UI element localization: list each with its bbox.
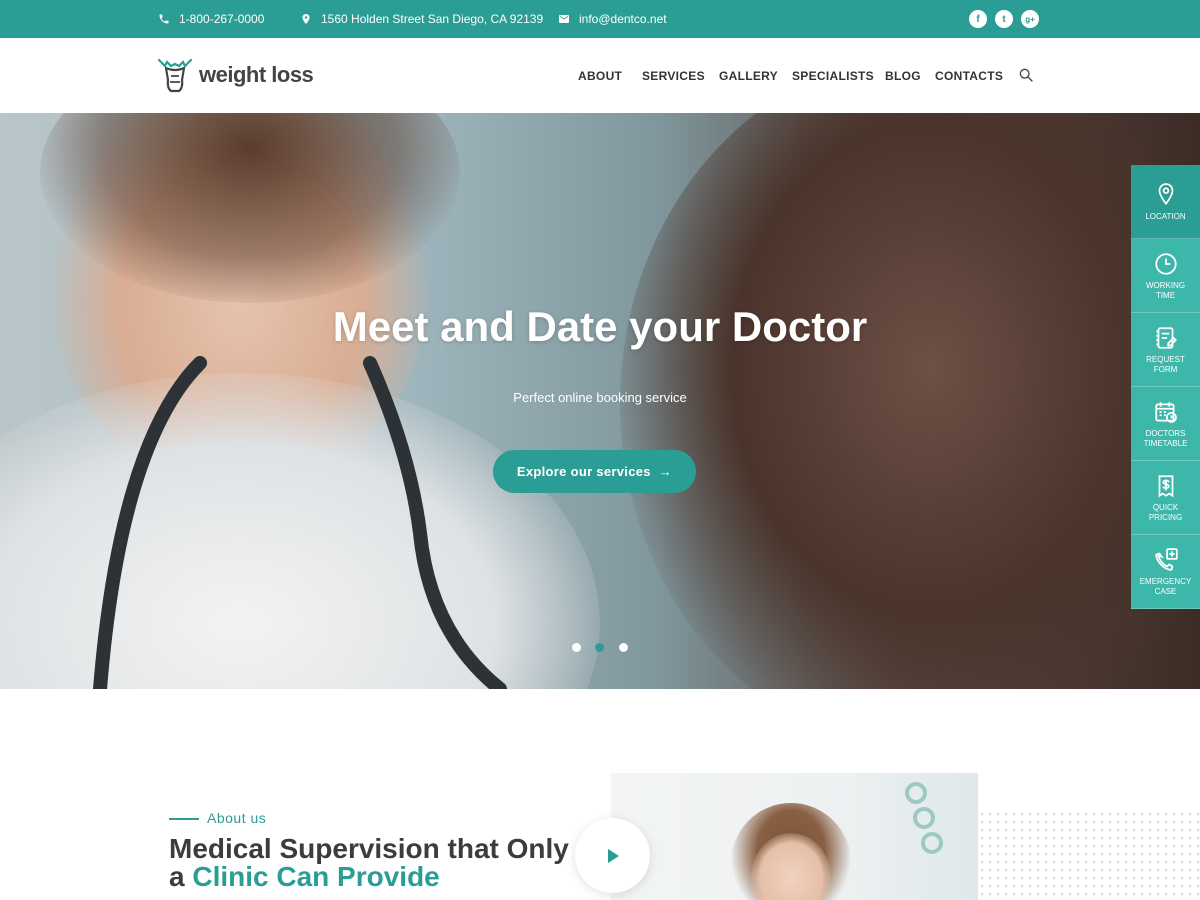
- side-label-working-time: WORKING TIME: [1145, 280, 1186, 300]
- side-item-location[interactable]: LOCATION: [1131, 165, 1200, 239]
- hero-title: Meet and Date your Doctor: [332, 303, 868, 350]
- facebook-icon[interactable]: f: [969, 10, 987, 28]
- slider-dot-1[interactable]: [572, 643, 581, 652]
- calendar-icon: [1154, 401, 1177, 423]
- nav-contacts[interactable]: CONTACTS: [935, 38, 1003, 113]
- side-quick-panel: LOCATION WORKING TIME REQUEST FORM DOCTO…: [1131, 165, 1200, 609]
- phone-contact[interactable]: 1-800-267-0000: [158, 0, 264, 38]
- explore-services-button[interactable]: Explore our services →: [493, 450, 696, 493]
- hero-subtitle: Perfect online booking service: [513, 390, 687, 405]
- slider-dot-2[interactable]: [595, 643, 604, 652]
- side-label-emergency-case: EMERGENCY CASE: [1139, 576, 1192, 596]
- arrow-right-icon: →: [658, 464, 673, 479]
- address-contact[interactable]: 1560 Holden Street San Diego, CA 92139: [300, 0, 543, 38]
- site-header: weight loss ABOUT SERVICES GALLERY SPECI…: [0, 38, 1200, 113]
- logo-icon: [157, 58, 193, 93]
- request-form-icon: [1155, 326, 1177, 349]
- side-item-working-time[interactable]: WORKING TIME: [1131, 239, 1200, 313]
- side-label-doctors-timetable: DOCTORS TIMETABLE: [1143, 428, 1188, 448]
- slider-dot-3[interactable]: [619, 643, 628, 652]
- about-video-thumbnail[interactable]: [611, 773, 978, 900]
- nav-blog[interactable]: BLOG: [885, 38, 921, 113]
- cta-label: Explore our services: [516, 464, 651, 479]
- twitter-icon[interactable]: t: [995, 10, 1013, 28]
- dotted-pattern: [978, 810, 1200, 900]
- nav-specialists[interactable]: SPECIALISTS: [792, 38, 874, 113]
- logo-text: weight loss: [199, 62, 314, 87]
- email-contact[interactable]: info@dentco.net: [558, 0, 667, 38]
- about-label: About us: [207, 810, 267, 826]
- side-item-request-form[interactable]: REQUEST FORM: [1131, 313, 1200, 387]
- about-label-line: [169, 818, 199, 820]
- google-plus-icon[interactable]: g+: [1021, 10, 1039, 28]
- phone-icon: [159, 14, 169, 24]
- email-text: info@dentco.net: [579, 12, 667, 26]
- logo[interactable]: weight loss: [157, 56, 314, 94]
- emergency-phone-icon: [1154, 547, 1178, 571]
- lab-equipment-shape: [905, 782, 943, 854]
- envelope-icon: [559, 15, 569, 23]
- clock-icon: [1154, 252, 1177, 275]
- phone-text: 1-800-267-0000: [179, 12, 265, 26]
- pricing-icon: [1158, 474, 1173, 497]
- nav-gallery[interactable]: GALLERY: [719, 38, 778, 113]
- side-item-doctors-timetable[interactable]: DOCTORS TIMETABLE: [1131, 387, 1200, 461]
- side-item-quick-pricing[interactable]: QUICK PRICING: [1131, 461, 1200, 535]
- about-title-accent: Clinic Can Provide: [192, 861, 440, 892]
- side-label-location: LOCATION: [1145, 211, 1186, 221]
- top-bar: 1-800-267-0000 1560 Holden Street San Di…: [0, 0, 1200, 38]
- side-item-emergency-case[interactable]: EMERGENCY CASE: [1131, 535, 1200, 609]
- about-title: Medical Supervision that Only a Clinic C…: [169, 835, 589, 891]
- nav-about[interactable]: ABOUT: [578, 38, 622, 113]
- address-text: 1560 Holden Street San Diego, CA 92139: [321, 12, 544, 26]
- play-video-button[interactable]: [575, 818, 650, 893]
- location-pin-icon: [1158, 182, 1173, 205]
- search-icon[interactable]: [1018, 67, 1034, 83]
- hero-slider: Meet and Date your Doctor Perfect online…: [0, 113, 1200, 689]
- nav-services[interactable]: SERVICES: [642, 38, 705, 113]
- side-label-request-form: REQUEST FORM: [1146, 354, 1185, 374]
- map-pin-icon: [302, 14, 310, 24]
- play-icon: [607, 848, 619, 863]
- side-label-quick-pricing: QUICK PRICING: [1148, 502, 1183, 522]
